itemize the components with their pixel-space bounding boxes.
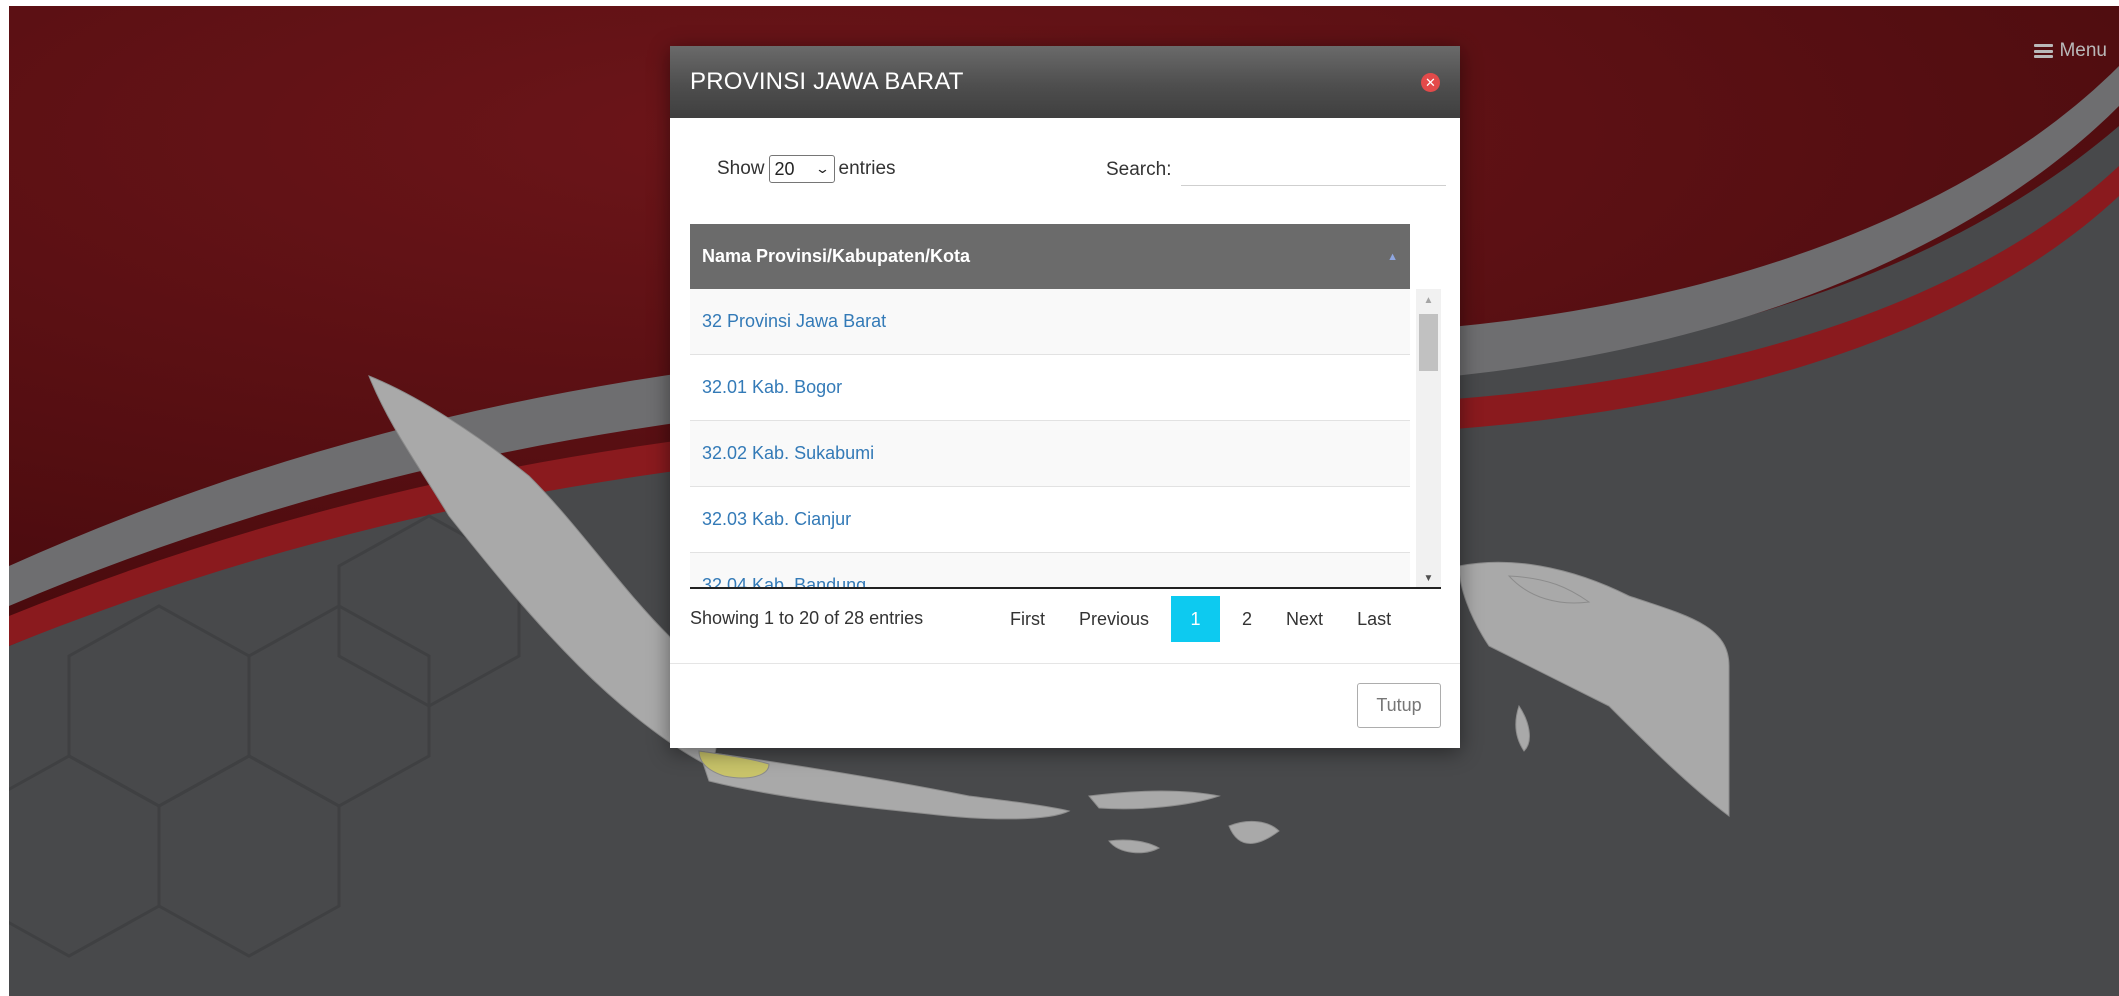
page-size-value: 20 (774, 158, 795, 179)
row-link[interactable]: 32.02 Kab. Sukabumi (702, 443, 874, 464)
pagination: First Previous 1 2 Next Last (998, 596, 1403, 642)
page-2-button[interactable]: 2 (1230, 596, 1264, 642)
column-header-label: Nama Provinsi/Kabupaten/Kota (702, 246, 971, 266)
search-control: Search: (1106, 154, 1447, 186)
modal-header: PROVINSI JAWA BARAT ✕ (670, 46, 1460, 118)
hamburger-icon (2034, 44, 2054, 58)
data-table: Nama Provinsi/Kabupaten/Kota ▲ 32 Provin… (690, 224, 1441, 589)
row-link[interactable]: 32 Provinsi Jawa Barat (702, 311, 886, 332)
show-label: Show (717, 158, 765, 179)
table-body: 32 Provinsi Jawa Barat 32.01 Kab. Bogor … (690, 289, 1410, 587)
scroll-thumb[interactable] (1419, 314, 1438, 371)
page-size-select[interactable]: 20 ⌄ (768, 155, 835, 183)
row-link[interactable]: 32.04 Kab. Bandung (702, 575, 866, 587)
search-label: Search: (1106, 159, 1172, 180)
table-row[interactable]: 32 Provinsi Jawa Barat (690, 289, 1410, 355)
chevron-down-icon: ⌄ (814, 161, 830, 176)
page-next-button[interactable]: Next (1274, 596, 1335, 642)
tutup-button[interactable]: Tutup (1357, 683, 1441, 728)
menu-button[interactable]: Menu (2034, 40, 2107, 62)
scroll-down-arrow-icon[interactable]: ▼ (1416, 569, 1441, 587)
page-first-button[interactable]: First (998, 596, 1057, 642)
table-controls: Show 20 ⌄ entries Search: (670, 118, 1460, 224)
table-row[interactable]: 32.03 Kab. Cianjur (690, 487, 1410, 553)
table-row[interactable]: 32.04 Kab. Bandung (690, 553, 1410, 587)
table-row[interactable]: 32.01 Kab. Bogor (690, 355, 1410, 421)
modal-title: PROVINSI JAWA BARAT (690, 68, 964, 95)
province-modal: PROVINSI JAWA BARAT ✕ Show 20 ⌄ entries … (670, 46, 1460, 748)
sort-asc-icon: ▲ (1387, 250, 1398, 263)
column-header[interactable]: Nama Provinsi/Kabupaten/Kota ▲ (690, 224, 1410, 289)
row-link[interactable]: 32.01 Kab. Bogor (702, 377, 842, 398)
search-input[interactable] (1181, 154, 1447, 186)
table-info: Showing 1 to 20 of 28 entries (690, 608, 924, 628)
scroll-up-arrow-icon[interactable]: ▲ (1416, 291, 1441, 309)
modal-footer-divider (670, 663, 1460, 664)
page-last-button[interactable]: Last (1345, 596, 1403, 642)
page-size-control: Show 20 ⌄ entries (717, 155, 896, 183)
row-link[interactable]: 32.03 Kab. Cianjur (702, 509, 851, 530)
menu-label: Menu (2059, 40, 2107, 61)
page-1-button[interactable]: 1 (1171, 596, 1221, 642)
table-scrollbar[interactable]: ▲ ▼ (1416, 289, 1441, 587)
close-icon[interactable]: ✕ (1421, 72, 1440, 92)
page-previous-button[interactable]: Previous (1067, 596, 1161, 642)
table-body-scroll[interactable]: 32 Provinsi Jawa Barat 32.01 Kab. Bogor … (690, 289, 1441, 589)
table-row[interactable]: 32.02 Kab. Sukabumi (690, 421, 1410, 487)
entries-label: entries (838, 158, 896, 179)
